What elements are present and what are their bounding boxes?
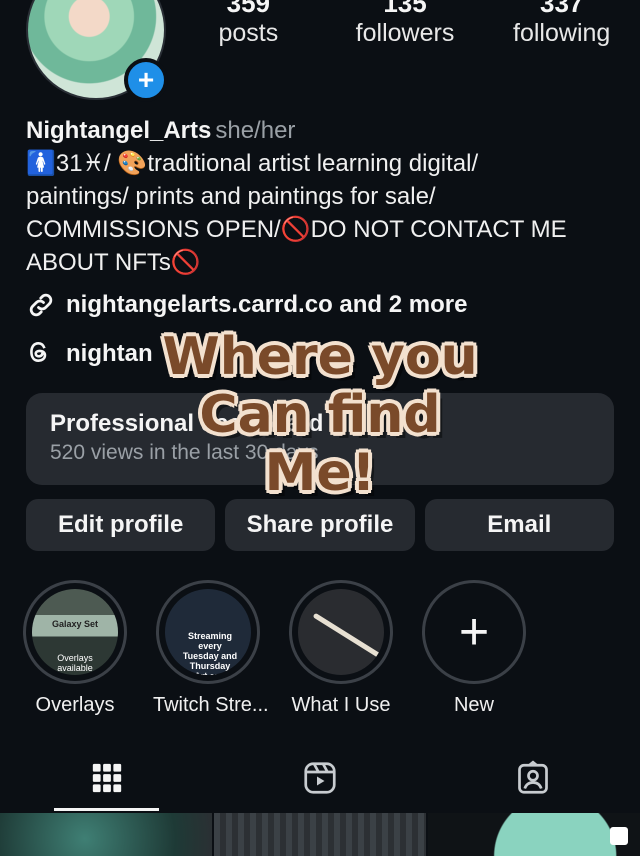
pronouns: she/her bbox=[215, 117, 296, 144]
stat-following[interactable]: 337 following bbox=[483, 0, 640, 48]
post-thumbnail[interactable] bbox=[428, 813, 640, 856]
highlight-ring: + bbox=[422, 580, 526, 684]
email-button[interactable]: Email bbox=[424, 499, 614, 551]
tagged-icon bbox=[518, 760, 549, 794]
tab-tagged[interactable] bbox=[427, 745, 640, 811]
stat-posts[interactable]: 359 posts bbox=[170, 0, 327, 48]
profile-page: + 359 posts 135 followers 337 following … bbox=[0, 0, 640, 856]
highlight-cover: Streaming every Tuesday and Thursday Art… bbox=[165, 589, 251, 675]
followers-label: followers bbox=[355, 19, 455, 47]
highlight-label: Twitch Stre... bbox=[153, 694, 269, 716]
highlight-what-i-use[interactable]: What I Use bbox=[286, 580, 396, 717]
profile-stats: 359 posts 135 followers 337 following bbox=[170, 0, 640, 48]
tab-reels[interactable] bbox=[213, 745, 426, 811]
highlight-new[interactable]: + New bbox=[419, 580, 529, 717]
threads-handle: nightan bbox=[66, 340, 153, 367]
followers-count: 135 bbox=[383, 0, 427, 18]
share-profile-button[interactable]: Share profile bbox=[225, 499, 415, 551]
highlight-cover bbox=[298, 589, 384, 675]
highlight-cover-title: Galaxy Set bbox=[51, 619, 99, 629]
edit-profile-button[interactable]: Edit profile bbox=[26, 499, 216, 551]
highlight-label: Overlays bbox=[35, 694, 115, 716]
threads-icon bbox=[26, 339, 56, 369]
profile-name: Nightangel_Arts bbox=[26, 117, 212, 144]
add-story-plus-icon[interactable]: + bbox=[124, 58, 168, 102]
posts-grid bbox=[0, 813, 640, 856]
profile-tabs bbox=[0, 745, 640, 811]
grid-icon bbox=[92, 763, 121, 793]
post-thumbnail[interactable] bbox=[0, 813, 212, 856]
bio-link-text: nightangelarts.carrd.co and 2 more bbox=[66, 291, 468, 318]
highlight-ring bbox=[289, 580, 393, 684]
posts-count: 359 bbox=[226, 0, 271, 18]
highlight-ring: Galaxy Set Overlays available on my ko-f… bbox=[23, 580, 127, 684]
professional-dashboard[interactable]: Professional dashboard 520 views in the … bbox=[26, 393, 614, 485]
stylus-image bbox=[312, 612, 382, 659]
following-count: 337 bbox=[539, 0, 584, 18]
bio-link[interactable]: nightangelarts.carrd.co and 2 more bbox=[26, 289, 616, 321]
stat-followers[interactable]: 135 followers bbox=[327, 0, 484, 48]
profile-bio: Nightangel_Arts she/her 🚺31♓/ 🎨traditiona… bbox=[26, 115, 616, 369]
plus-icon: + bbox=[458, 603, 490, 661]
highlight-ring: Streaming every Tuesday and Thursday Art… bbox=[156, 580, 260, 684]
avatar-container[interactable]: + bbox=[26, 0, 168, 102]
carousel-icon bbox=[610, 827, 628, 845]
highlight-label: What I Use bbox=[291, 694, 391, 716]
highlight-cover-caption: Overlays available on my ko-fi bbox=[53, 653, 97, 675]
bio-text: 🚺31♓/ 🎨traditional artist learning digit… bbox=[26, 150, 567, 276]
name-line: Nightangel_Arts she/her bbox=[26, 115, 616, 147]
highlight-cover: Galaxy Set Overlays available on my ko-f… bbox=[32, 589, 118, 675]
dashboard-title: Professional dashboard bbox=[50, 410, 324, 437]
link-icon bbox=[26, 290, 56, 320]
highlight-overlays[interactable]: Galaxy Set Overlays available on my ko-f… bbox=[20, 580, 130, 717]
profile-actions: Edit profile Share profile Email bbox=[26, 499, 614, 551]
highlight-cover-caption: Streaming every Tuesday and Thursday Art… bbox=[182, 631, 238, 675]
post-thumbnail[interactable] bbox=[214, 813, 426, 856]
threads-link[interactable]: nightan bbox=[26, 339, 616, 369]
posts-label: posts bbox=[218, 19, 279, 47]
tab-posts[interactable] bbox=[0, 745, 213, 811]
dashboard-subtitle: 520 views in the last 30 days bbox=[50, 441, 319, 464]
reels-icon bbox=[304, 762, 336, 794]
story-highlights: Galaxy Set Overlays available on my ko-f… bbox=[20, 580, 529, 717]
highlight-twitch[interactable]: Streaming every Tuesday and Thursday Art… bbox=[153, 580, 269, 717]
following-label: following bbox=[513, 19, 611, 47]
highlight-label: New bbox=[453, 694, 494, 716]
